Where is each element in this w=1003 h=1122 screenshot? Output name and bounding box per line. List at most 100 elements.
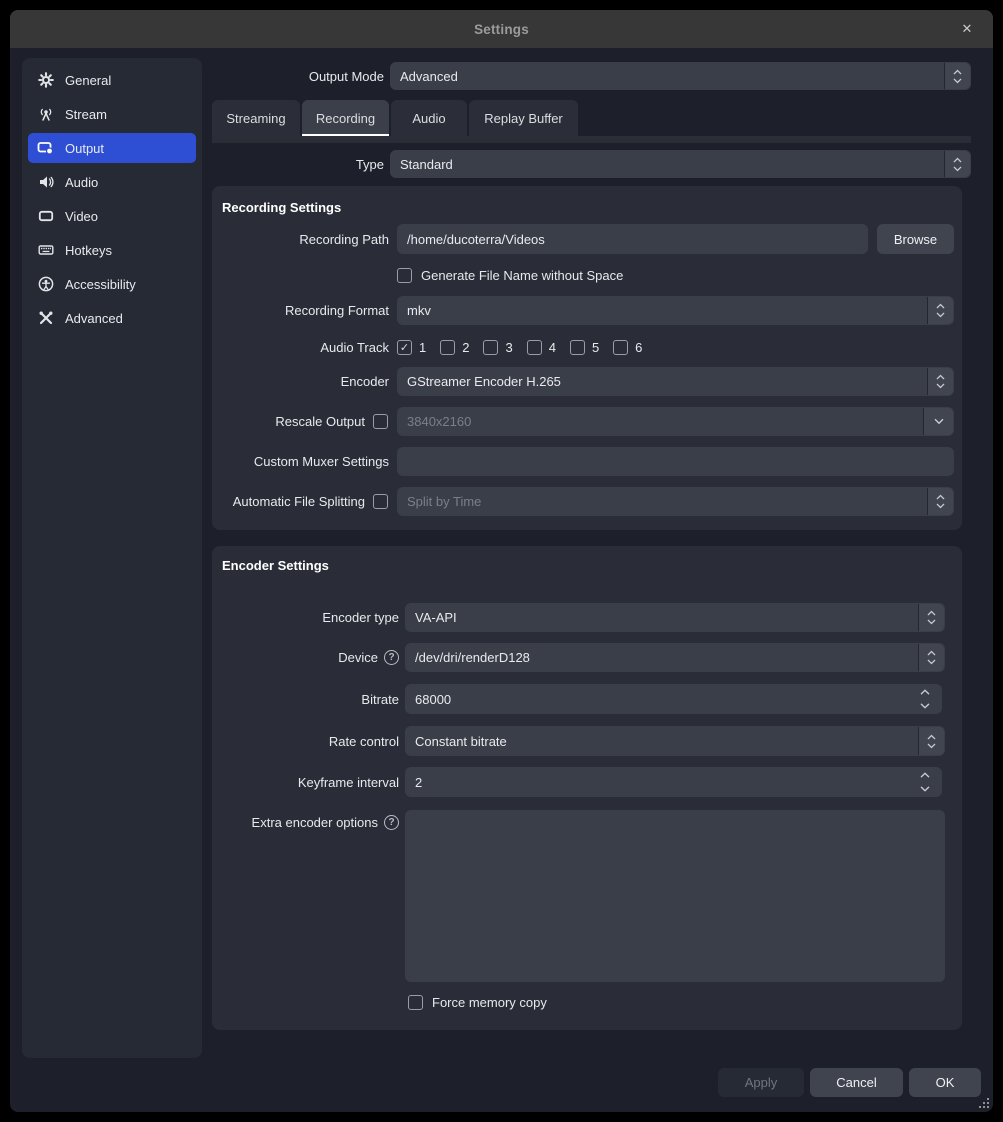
encoder-type-label: Encoder type xyxy=(212,610,399,625)
output-mode-select[interactable]: Advanced xyxy=(390,62,971,90)
force-memory-copy-checkbox[interactable] xyxy=(408,995,423,1010)
type-label: Type xyxy=(212,157,384,172)
keyframe-interval-label: Keyframe interval xyxy=(212,775,399,790)
spinner-arrows-icon xyxy=(927,368,953,395)
spinner-arrows-icon xyxy=(918,727,944,755)
rescale-resolution-select[interactable]: 3840x2160 xyxy=(397,407,954,436)
bitrate-row: Bitrate 68000 xyxy=(212,684,942,714)
rate-control-row: Rate control Constant bitrate xyxy=(212,726,945,756)
recording-path-input[interactable]: /home/ducoterra/Videos xyxy=(397,224,868,254)
sidebar-item-output[interactable]: Output xyxy=(28,133,196,163)
device-select[interactable]: /dev/dri/renderD128 xyxy=(405,643,945,672)
recording-format-label: Recording Format xyxy=(212,303,389,318)
apply-button[interactable]: Apply xyxy=(718,1068,804,1097)
resize-grip[interactable] xyxy=(978,1097,990,1109)
sidebar-item-advanced[interactable]: Advanced xyxy=(28,303,196,333)
spinner-arrows-icon xyxy=(944,63,970,89)
file-splitting-select[interactable]: Split by Time xyxy=(397,487,954,516)
encoder-row: Encoder GStreamer Encoder H.265 xyxy=(212,367,954,396)
audio-track-row: Audio Track ✓1 2 3 4 5 6 xyxy=(212,338,954,356)
type-row: Type Standard xyxy=(212,150,971,178)
settings-sidebar: General Stream Output Audio Video xyxy=(22,58,202,1058)
audio-track-2-checkbox[interactable] xyxy=(440,340,455,355)
sidebar-item-label: Stream xyxy=(65,107,107,122)
spin-up-button[interactable] xyxy=(920,772,930,778)
encoder-type-select[interactable]: VA-API xyxy=(405,603,945,632)
recording-format-row: Recording Format mkv xyxy=(212,296,954,325)
force-memory-copy-label: Force memory copy xyxy=(432,995,547,1010)
sidebar-item-label: Accessibility xyxy=(65,277,136,292)
file-splitting-checkbox[interactable] xyxy=(373,494,388,509)
tab-streaming[interactable]: Streaming xyxy=(212,100,300,136)
extra-options-label: Extra encoder options xyxy=(252,815,378,830)
output-mode-label: Output Mode xyxy=(212,69,384,84)
browse-button[interactable]: Browse xyxy=(877,224,954,254)
speaker-icon xyxy=(37,174,54,191)
rescale-output-checkbox[interactable] xyxy=(373,414,388,429)
extra-encoder-options-textarea[interactable] xyxy=(405,810,945,982)
help-icon: ? xyxy=(384,650,399,665)
bitrate-spinbox[interactable]: 68000 xyxy=(405,684,942,714)
generate-no-space-checkbox[interactable] xyxy=(397,268,412,283)
file-splitting-label: Automatic File Splitting xyxy=(212,494,365,509)
broadcast-icon xyxy=(37,106,54,123)
audio-track-6-checkbox[interactable] xyxy=(613,340,628,355)
settings-window: Settings ✕ General Stream Output Au xyxy=(10,10,993,1112)
device-label-wrap: Device ? xyxy=(212,650,399,665)
custom-muxer-input[interactable] xyxy=(397,447,954,476)
recording-format-select[interactable]: mkv xyxy=(397,296,954,325)
sidebar-item-hotkeys[interactable]: Hotkeys xyxy=(28,235,196,265)
custom-muxer-row: Custom Muxer Settings xyxy=(212,447,954,476)
sidebar-item-label: Hotkeys xyxy=(65,243,112,258)
ok-button[interactable]: OK xyxy=(909,1068,981,1097)
cancel-button[interactable]: Cancel xyxy=(810,1068,903,1097)
audio-track-5-checkbox[interactable] xyxy=(570,340,585,355)
audio-track-label: Audio Track xyxy=(212,340,389,355)
encoder-settings-panel: Encoder Settings Encoder type VA-API Dev… xyxy=(212,546,962,1030)
sidebar-item-accessibility[interactable]: Accessibility xyxy=(28,269,196,299)
spin-down-button[interactable] xyxy=(920,703,930,709)
rate-control-select[interactable]: Constant bitrate xyxy=(405,726,945,756)
audio-track-3-checkbox[interactable] xyxy=(483,340,498,355)
tab-audio[interactable]: Audio xyxy=(391,100,467,136)
encoder-select[interactable]: GStreamer Encoder H.265 xyxy=(397,367,954,396)
spin-up-button[interactable] xyxy=(920,689,930,695)
sidebar-item-label: General xyxy=(65,73,111,88)
type-select[interactable]: Standard xyxy=(390,150,971,178)
force-memory-copy-row: Force memory copy xyxy=(408,994,547,1011)
no-space-row: Generate File Name without Space xyxy=(397,267,623,284)
help-icon: ? xyxy=(384,815,399,830)
rescale-output-row: Rescale Output 3840x2160 xyxy=(212,407,954,436)
keyboard-icon xyxy=(37,242,54,259)
encoder-type-row: Encoder type VA-API xyxy=(212,603,945,632)
sidebar-item-stream[interactable]: Stream xyxy=(28,99,196,129)
audio-track-4-checkbox[interactable] xyxy=(527,340,542,355)
close-button[interactable]: ✕ xyxy=(955,10,979,48)
rescale-output-label: Rescale Output xyxy=(212,414,365,429)
audio-track-1-checkbox[interactable]: ✓ xyxy=(397,340,412,355)
window-title: Settings xyxy=(474,22,529,37)
spin-down-button[interactable] xyxy=(920,786,930,792)
recording-path-row: Recording Path /home/ducoterra/Videos Br… xyxy=(212,224,954,254)
keyframe-interval-spinbox[interactable]: 2 xyxy=(405,767,942,797)
sidebar-item-label: Output xyxy=(65,141,104,156)
gear-icon xyxy=(37,72,54,89)
sidebar-item-general[interactable]: General xyxy=(28,65,196,95)
device-row: Device ? /dev/dri/renderD128 xyxy=(212,643,945,672)
file-splitting-row: Automatic File Splitting Split by Time xyxy=(212,487,954,516)
tools-icon xyxy=(37,310,54,327)
sidebar-item-label: Advanced xyxy=(65,311,123,326)
spinner-arrows-icon xyxy=(918,604,944,631)
rate-control-label: Rate control xyxy=(212,734,399,749)
sidebar-item-audio[interactable]: Audio xyxy=(28,167,196,197)
custom-muxer-label: Custom Muxer Settings xyxy=(212,454,389,469)
output-mode-row: Output Mode Advanced xyxy=(212,62,971,90)
tab-replay-buffer[interactable]: Replay Buffer xyxy=(469,100,578,136)
spinner-arrows-icon xyxy=(927,488,953,515)
extra-options-label-row: Extra encoder options ? xyxy=(212,812,399,832)
recording-settings-title: Recording Settings xyxy=(222,200,341,215)
sidebar-item-video[interactable]: Video xyxy=(28,201,196,231)
monitor-icon xyxy=(37,208,54,225)
recording-path-label: Recording Path xyxy=(212,232,389,247)
tab-recording[interactable]: Recording xyxy=(302,100,389,136)
